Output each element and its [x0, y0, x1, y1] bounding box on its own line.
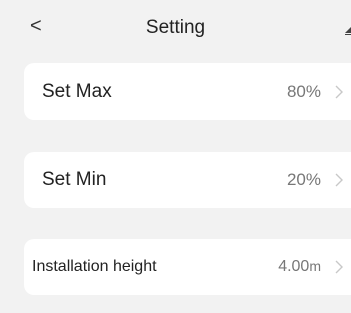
installation-height-value: 4.00m — [278, 258, 321, 276]
set-max-row[interactable]: Set Max 80% — [24, 63, 351, 120]
page-title: Setting — [145, 17, 206, 38]
chevron-right-icon — [335, 260, 343, 274]
set-min-label: Set Min — [42, 169, 107, 190]
installation-height-row[interactable]: Installation height 4.00m — [24, 239, 351, 295]
set-max-label: Set Max — [42, 80, 112, 102]
header-bar: < Setting — [0, 0, 351, 60]
installation-height-number: 4.00 — [278, 258, 310, 275]
installation-height-unit: m — [309, 258, 321, 274]
set-min-value: 20% — [286, 170, 321, 189]
installation-height-label: Installation height — [32, 258, 157, 275]
chevron-right-icon — [335, 173, 343, 187]
partial-icon[interactable] — [345, 27, 351, 35]
chevron-right-icon — [335, 85, 343, 98]
set-min-row[interactable]: Set Min 20% — [24, 152, 351, 208]
set-max-value: 80% — [286, 81, 321, 101]
